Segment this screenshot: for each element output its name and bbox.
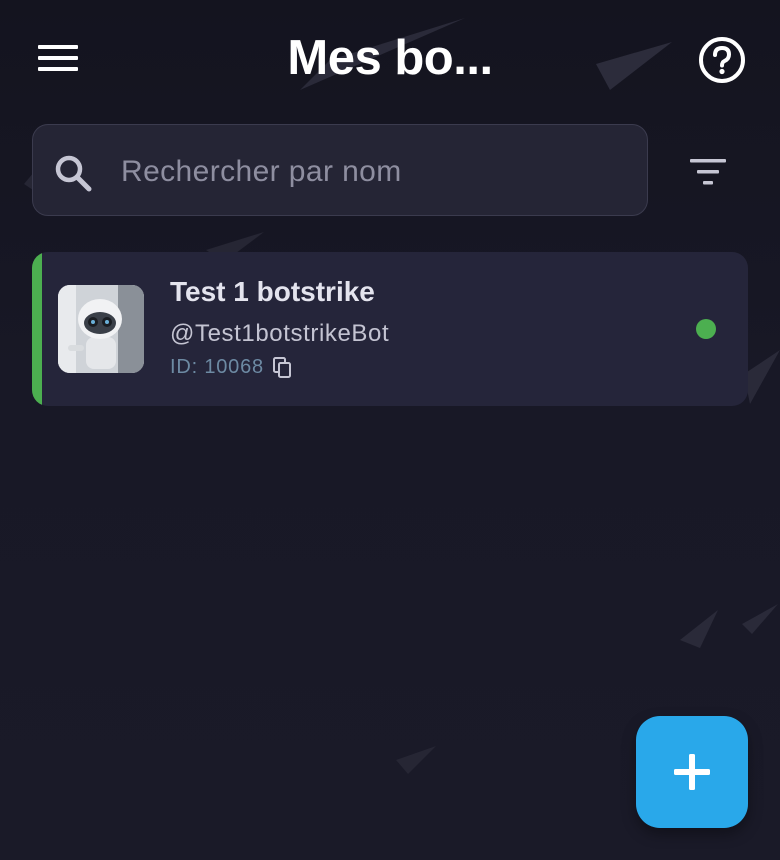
help-circle-icon (699, 37, 745, 83)
bot-username: @Test1botstrikeBot (170, 320, 390, 347)
online-status-dot (696, 319, 716, 339)
search-input[interactable] (119, 143, 623, 201)
status-accent-bar (32, 252, 42, 406)
page-title: Mes bo... (287, 31, 493, 85)
add-bot-button[interactable] (636, 716, 748, 828)
search-bar (32, 124, 648, 216)
bot-id: ID: 10068 (170, 356, 264, 378)
bot-name: Test 1 botstrike (170, 276, 375, 307)
search-icon (55, 155, 92, 192)
filter-button[interactable] (680, 148, 736, 196)
robot-avatar (58, 285, 144, 373)
bot-card[interactable]: Test 1 botstrike @Test1botstrikeBot ID: … (32, 252, 748, 406)
bot-id-row: ID: 10068 (170, 356, 294, 379)
filter-list-icon (690, 159, 726, 185)
plus-icon (674, 754, 710, 790)
help-button[interactable] (690, 30, 754, 90)
copy-icon[interactable] (272, 356, 294, 379)
